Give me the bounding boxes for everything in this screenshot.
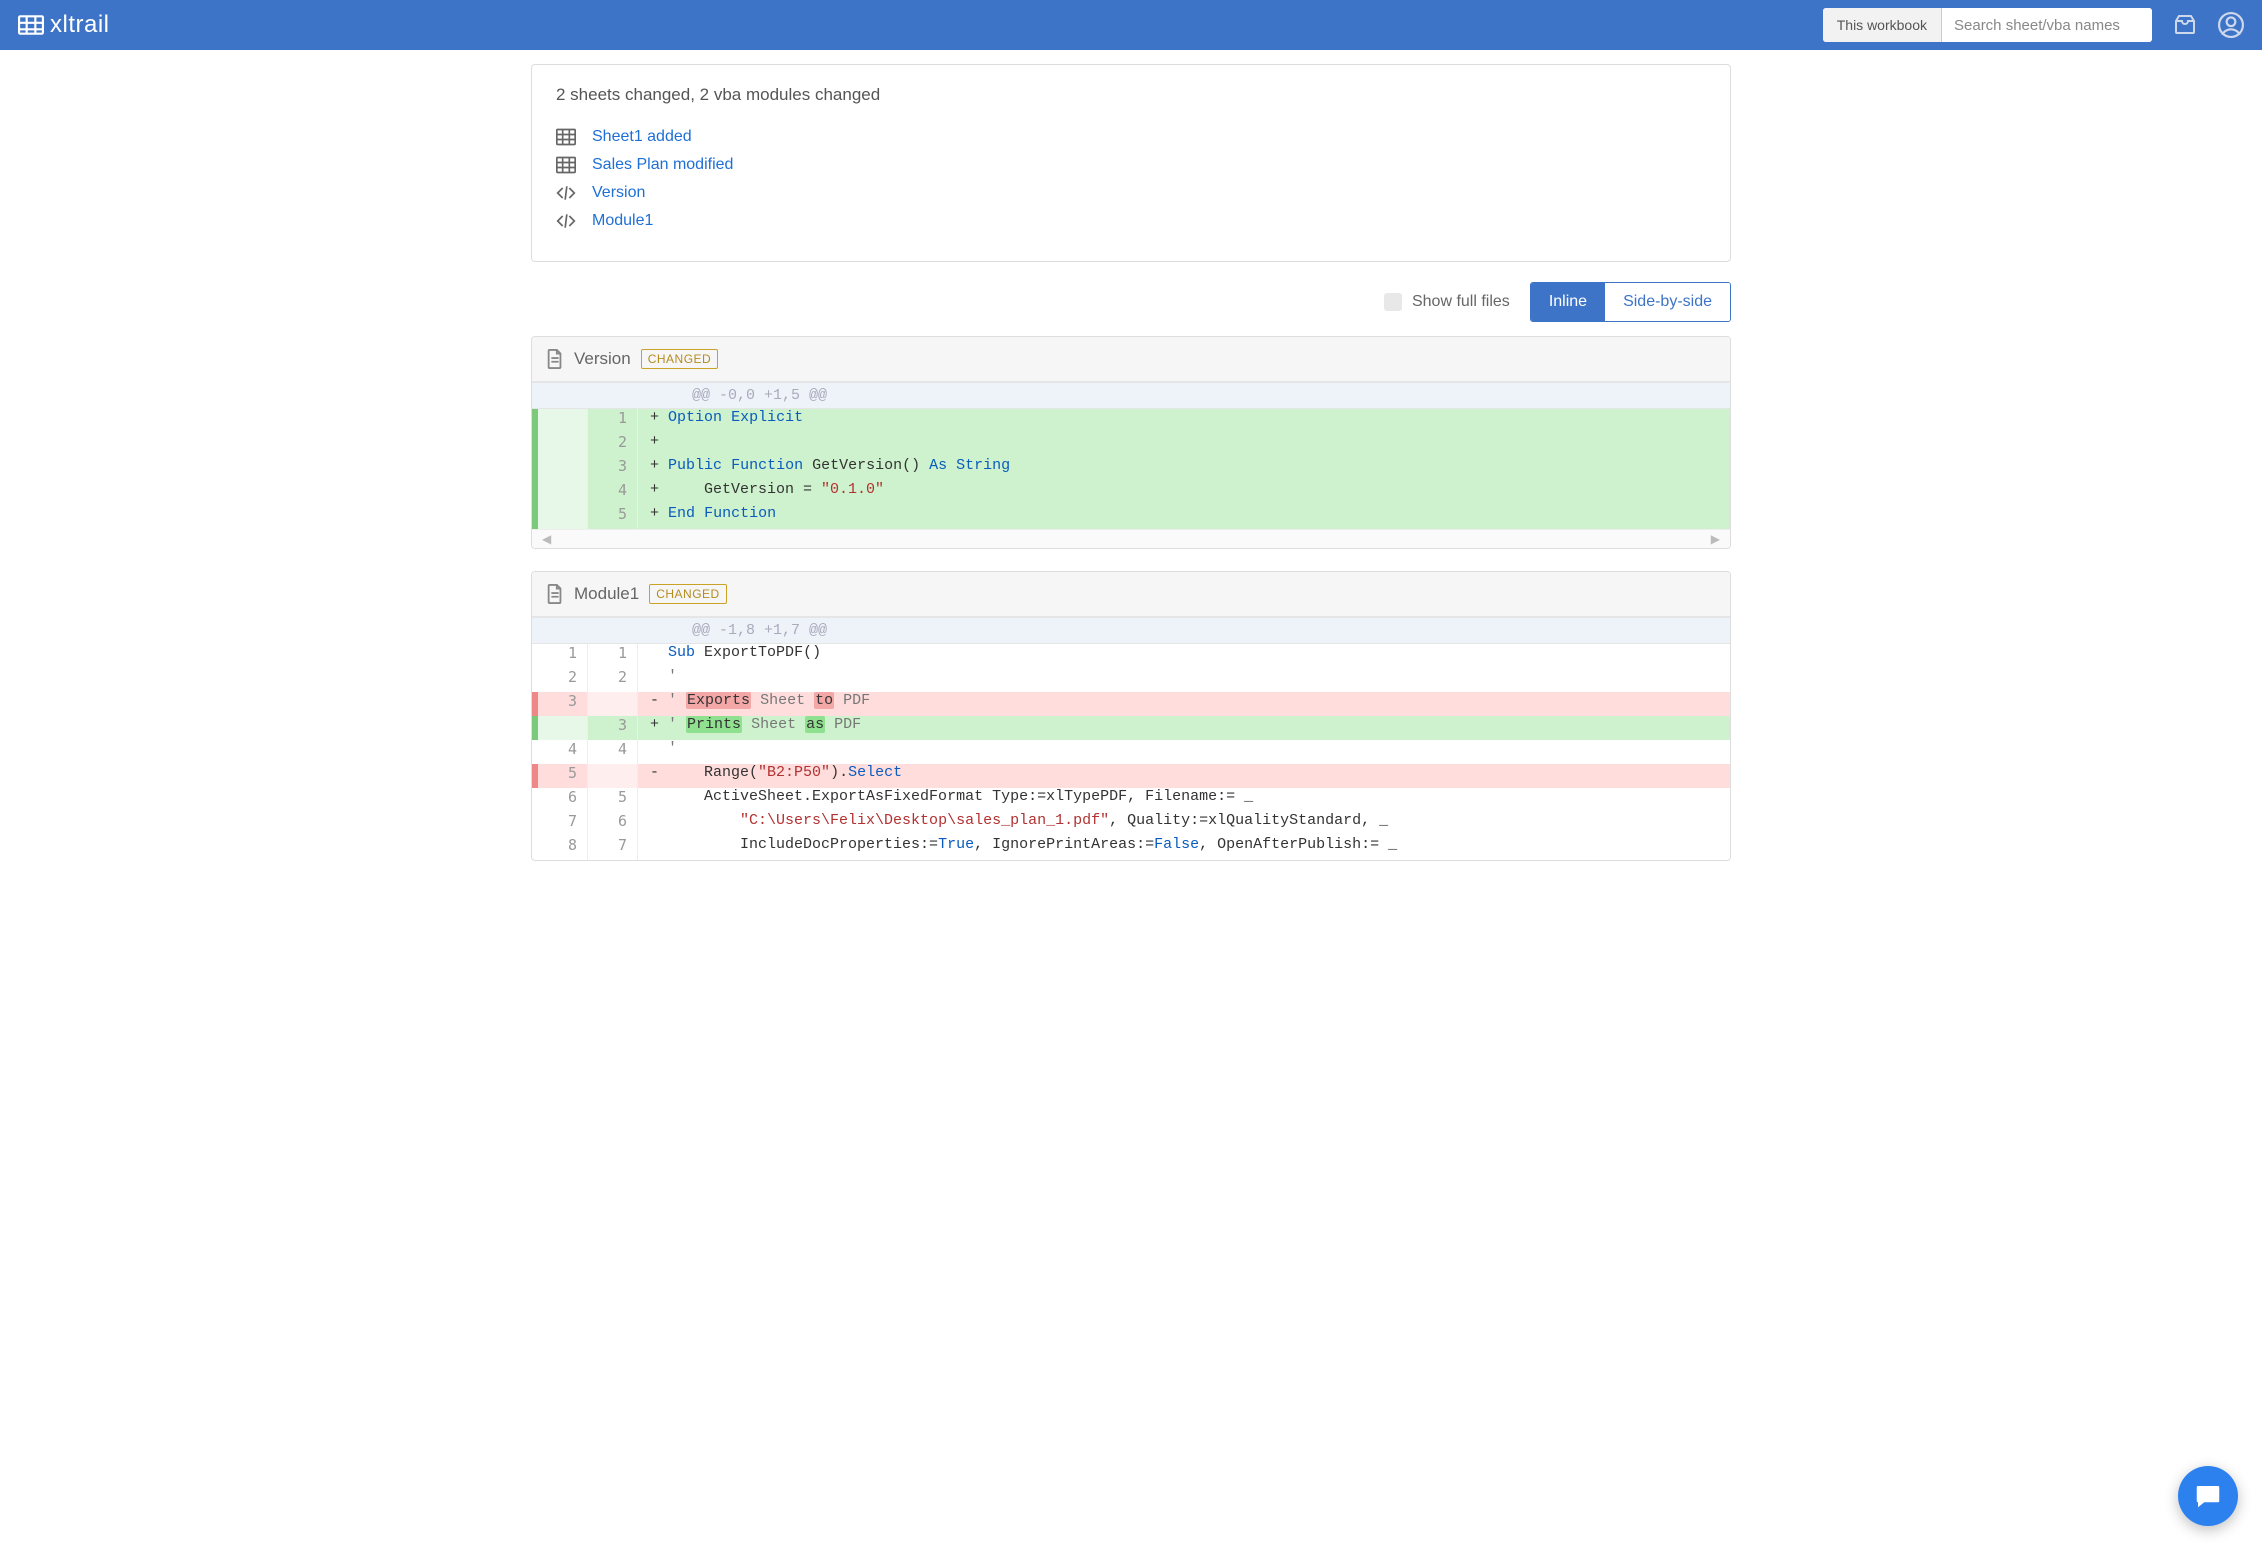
diff-line: 11 Sub ExportToPDF(): [532, 644, 1730, 668]
new-line-number: 4: [588, 481, 638, 505]
scroll-hint-bar: ◀▶: [532, 529, 1730, 548]
new-line-number: 1: [588, 409, 638, 433]
code-content: + Option Explicit: [638, 409, 1730, 433]
new-line-number: [588, 764, 638, 788]
old-line-number: 3: [538, 692, 588, 716]
new-line-number: [588, 692, 638, 716]
code-content: - ' Exports Sheet to PDF: [638, 692, 1730, 716]
code-content: + Public Function GetVersion() As String: [638, 457, 1730, 481]
summary-title: 2 sheets changed, 2 vba modules changed: [556, 85, 1706, 105]
search-group: This workbook: [1823, 8, 2152, 42]
change-list-item: Module1: [556, 207, 1706, 235]
side-by-side-view-button[interactable]: Side-by-side: [1605, 283, 1730, 321]
summary-card: 2 sheets changed, 2 vba modules changed …: [531, 64, 1731, 262]
diff-body: @@ -0,0 +1,5 @@1+ Option Explicit2+ 3+ P…: [532, 382, 1730, 529]
diff-block: Version CHANGED @@ -0,0 +1,5 @@1+ Option E…: [531, 336, 1731, 549]
diff-line: 5 - Range("B2:P50").Select: [532, 764, 1730, 788]
diff-header: Module1 CHANGED: [532, 572, 1730, 617]
code-content: + End Function: [638, 505, 1730, 529]
old-line-number: 4: [538, 740, 588, 764]
diff-line: 87 IncludeDocProperties:=True, IgnorePri…: [532, 836, 1730, 860]
old-line-number: [538, 716, 588, 740]
change-link[interactable]: Module1: [592, 212, 653, 230]
hunk-header: @@ -0,0 +1,5 @@: [532, 382, 1730, 409]
diff-file-name: Version: [574, 349, 631, 369]
old-line-number: 7: [538, 812, 588, 836]
new-line-number: 6: [588, 812, 638, 836]
code-content: ': [638, 740, 1730, 764]
code-content: + GetVersion = "0.1.0": [638, 481, 1730, 505]
old-line-number: 5: [538, 764, 588, 788]
old-line-number: 6: [538, 788, 588, 812]
diff-line: 2+: [532, 433, 1730, 457]
brand-icon: [18, 14, 44, 36]
diff-line: 5+ End Function: [532, 505, 1730, 529]
inbox-icon[interactable]: [2172, 12, 2198, 38]
code-content: + ' Prints Sheet as PDF: [638, 716, 1730, 740]
show-full-files-label: Show full files: [1412, 293, 1510, 311]
old-line-number: [538, 505, 588, 529]
new-line-number: 4: [588, 740, 638, 764]
change-list-item: Sales Plan modified: [556, 151, 1706, 179]
view-toggle: Inline Side-by-side: [1530, 282, 1731, 322]
old-line-number: [538, 481, 588, 505]
old-line-number: 2: [538, 668, 588, 692]
code-content: - Range("B2:P50").Select: [638, 764, 1730, 788]
diff-block: Module1 CHANGED @@ -1,8 +1,7 @@11 Sub Expo…: [531, 571, 1731, 861]
diff-line: 44 ': [532, 740, 1730, 764]
inline-view-button[interactable]: Inline: [1531, 283, 1605, 321]
brand-text: xltrail: [50, 11, 110, 39]
diff-toolbar: Show full files Inline Side-by-side: [531, 282, 1731, 322]
change-list-item: Version: [556, 179, 1706, 207]
new-line-number: 2: [588, 668, 638, 692]
diff-line: 3 - ' Exports Sheet to PDF: [532, 692, 1730, 716]
new-line-number: 3: [588, 457, 638, 481]
change-link[interactable]: Sheet1 added: [592, 128, 692, 146]
checkbox-icon: [1384, 293, 1402, 311]
diff-line: 76 "C:\Users\Felix\Desktop\sales_plan_1.…: [532, 812, 1730, 836]
chat-fab[interactable]: [2178, 1466, 2238, 1526]
old-line-number: [538, 433, 588, 457]
code-content: IncludeDocProperties:=True, IgnorePrintA…: [638, 836, 1730, 860]
search-input[interactable]: [1942, 8, 2152, 42]
code-content: ActiveSheet.ExportAsFixedFormat Type:=xl…: [638, 788, 1730, 812]
diff-file-name: Module1: [574, 584, 639, 604]
change-link[interactable]: Sales Plan modified: [592, 156, 733, 174]
changed-badge: CHANGED: [649, 584, 727, 604]
user-avatar-icon[interactable]: [2218, 12, 2244, 38]
change-link[interactable]: Version: [592, 184, 645, 202]
old-line-number: [538, 457, 588, 481]
show-full-files-toggle[interactable]: Show full files: [1384, 293, 1510, 311]
change-list-item: Sheet1 added: [556, 123, 1706, 151]
scroll-left-icon[interactable]: ◀: [542, 532, 551, 546]
change-list: Sheet1 added Sales Plan modified Version Mo…: [556, 123, 1706, 235]
diff-header: Version CHANGED: [532, 337, 1730, 382]
old-line-number: 8: [538, 836, 588, 860]
code-content: ': [638, 668, 1730, 692]
search-scope-button[interactable]: This workbook: [1823, 8, 1942, 42]
diff-line: 1+ Option Explicit: [532, 409, 1730, 433]
diff-line: 3+ ' Prints Sheet as PDF: [532, 716, 1730, 740]
code-content: +: [638, 433, 1730, 457]
code-content: Sub ExportToPDF(): [638, 644, 1730, 668]
diff-line: 22 ': [532, 668, 1730, 692]
new-line-number: 2: [588, 433, 638, 457]
diff-line: 3+ Public Function GetVersion() As Strin…: [532, 457, 1730, 481]
scroll-right-icon[interactable]: ▶: [1711, 532, 1720, 546]
old-line-number: 1: [538, 644, 588, 668]
new-line-number: 5: [588, 505, 638, 529]
brand-logo[interactable]: xltrail: [18, 11, 110, 39]
diff-body: @@ -1,8 +1,7 @@11 Sub ExportToPDF()22 '3…: [532, 617, 1730, 860]
top-nav: xltrail This workbook: [0, 0, 2262, 50]
new-line-number: 1: [588, 644, 638, 668]
new-line-number: 7: [588, 836, 638, 860]
hunk-header: @@ -1,8 +1,7 @@: [532, 617, 1730, 644]
changed-badge: CHANGED: [641, 349, 719, 369]
old-line-number: [538, 409, 588, 433]
code-content: "C:\Users\Felix\Desktop\sales_plan_1.pdf…: [638, 812, 1730, 836]
diff-line: 65 ActiveSheet.ExportAsFixedFormat Type:…: [532, 788, 1730, 812]
new-line-number: 3: [588, 716, 638, 740]
diff-line: 4+ GetVersion = "0.1.0": [532, 481, 1730, 505]
new-line-number: 5: [588, 788, 638, 812]
